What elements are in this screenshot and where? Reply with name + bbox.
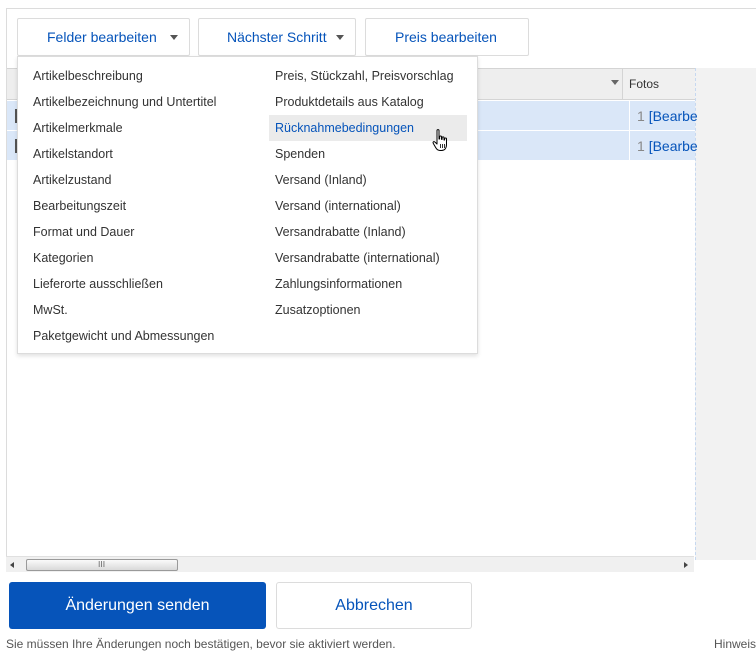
menu-item[interactable]: Zahlungsinformationen [269,271,467,297]
photo-edit-link[interactable]: [Bearbe [649,108,698,124]
photo-count: 1 [637,138,645,154]
photo-edit-link[interactable]: [Bearbe [649,138,698,154]
horizontal-scrollbar[interactable]: III [6,556,694,572]
column-header-fotos[interactable]: Fotos [622,68,695,100]
edit-price-label: Preis bearbeiten [395,29,497,45]
menu-item[interactable]: Bearbeitungszeit [27,193,257,219]
menu-item[interactable]: Versand (Inland) [269,167,467,193]
scrollbar-grip: III [98,560,106,569]
footer-note: Sie müssen Ihre Änderungen noch bestätig… [6,637,396,651]
photo-count: 1 [637,108,645,124]
edit-fields-dropdown-menu: Artikelbeschreibung Artikelbezeichnung u… [17,56,478,354]
sort-down-icon[interactable] [611,80,619,85]
menu-column-right: Preis, Stückzahl, Preisvorschlag Produkt… [269,63,467,323]
menu-item[interactable]: Artikelbeschreibung [27,63,257,89]
photo-cell: 1 [Bearbe [629,131,703,161]
menu-item[interactable]: MwSt. [27,297,257,323]
edit-fields-label: Felder bearbeiten [47,29,157,45]
menu-item[interactable]: Lieferorte ausschließen [27,271,257,297]
hand-pointer-icon [432,129,447,151]
scroll-left-icon[interactable] [10,562,14,568]
menu-item[interactable]: Versand (international) [269,193,467,219]
scroll-right-icon[interactable] [684,562,688,568]
edit-fields-button[interactable]: Felder bearbeiten [17,18,190,56]
menu-item[interactable]: Artikelmerkmale [27,115,257,141]
scrollbar-thumb[interactable]: III [26,559,178,571]
footer-hint: Hinweis [714,637,756,651]
chevron-down-icon [336,35,344,40]
menu-item[interactable]: Versandrabatte (Inland) [269,219,467,245]
menu-item[interactable]: Zusatzoptionen [269,297,467,323]
menu-item[interactable]: Versandrabatte (international) [269,245,467,271]
cancel-button[interactable]: Abbrechen [276,582,472,629]
menu-item[interactable]: Artikelstandort [27,141,257,167]
chevron-down-icon [170,35,178,40]
submit-changes-button[interactable]: Änderungen senden [9,582,266,629]
photo-cell: 1 [Bearbe [629,101,703,131]
edit-price-button[interactable]: Preis bearbeiten [365,18,529,56]
menu-item[interactable]: Produktdetails aus Katalog [269,89,467,115]
menu-item[interactable]: Format und Dauer [27,219,257,245]
next-step-button[interactable]: Nächster Schritt [198,18,356,56]
menu-item[interactable]: Kategorien [27,245,257,271]
menu-column-left: Artikelbeschreibung Artikelbezeichnung u… [27,63,257,349]
grid-right-pane [695,68,756,560]
menu-item[interactable]: Paketgewicht und Abmessungen [27,323,257,349]
menu-item[interactable]: Artikelbezeichnung und Untertitel [27,89,257,115]
menu-item[interactable]: Preis, Stückzahl, Preisvorschlag [269,63,467,89]
next-step-label: Nächster Schritt [227,29,327,45]
column-header-label: Fotos [629,77,660,91]
menu-item[interactable]: Artikelzustand [27,167,257,193]
